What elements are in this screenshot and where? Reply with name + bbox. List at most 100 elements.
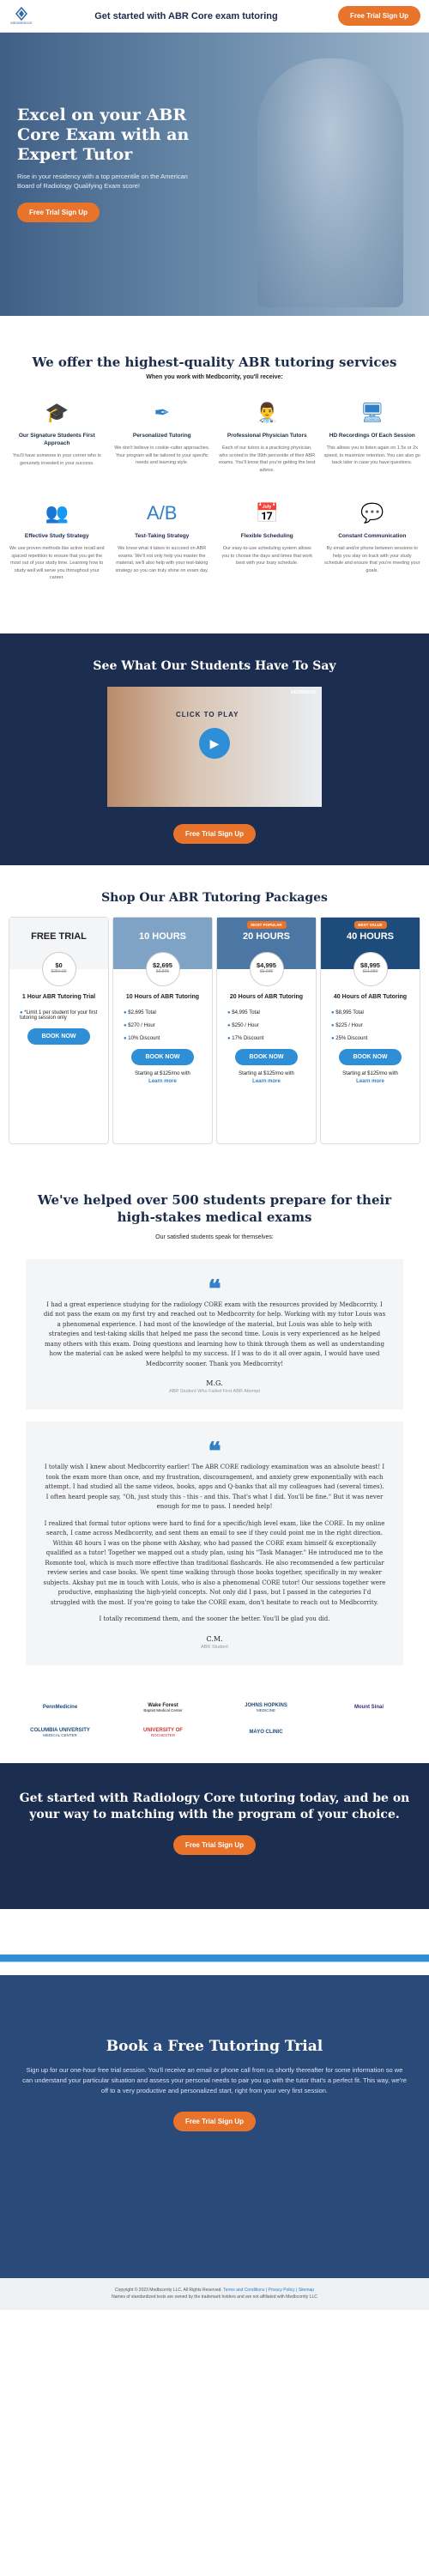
video-player[interactable]: MEDBRIDGE CLICK TO PLAY ▶ xyxy=(107,686,322,807)
package-price: $4,995 $5,985 xyxy=(249,951,284,986)
service-title: Flexible Scheduling xyxy=(240,533,293,539)
footer-note: Names of standardized tests are owned by… xyxy=(112,2294,317,2300)
review-text: I totally wish I knew about Medbcorrity … xyxy=(44,1464,385,1510)
tutor-icon: 👨‍⚕ xyxy=(255,402,279,423)
play-icon[interactable]: ▶ xyxy=(199,727,230,759)
reviewer-role: ABR Student xyxy=(201,1644,228,1650)
package-badge: MOST POPULAR xyxy=(246,920,287,929)
logo-subname: MEDICAL CENTER xyxy=(43,1732,77,1737)
package-description: 40 Hours of ABR Tutoring xyxy=(333,993,408,1000)
footer-links[interactable]: Terms and Conditions | Privacy Policy | … xyxy=(223,2288,314,2293)
footer: Copyright © 2023 Medbcorrity LLC. All Ri… xyxy=(0,2277,429,2310)
service-card: 👨‍⚕ Professional Physician Tutors Each o… xyxy=(219,397,316,474)
book-now-button[interactable]: BOOK NOW xyxy=(339,1048,402,1065)
learn-more-link[interactable]: Learn more xyxy=(252,1079,281,1084)
package-feature: 25% Discount xyxy=(331,1036,409,1041)
service-title: Test-Taking Strategy xyxy=(135,533,190,539)
package-card: BEST VALUE 40 HOURS $8,995 $11,980 40 Hou… xyxy=(320,916,420,1144)
service-text: This allows you to listen again on 1.5x … xyxy=(323,445,420,465)
price-old: $3,895 xyxy=(155,968,170,974)
partner-logo: JOHNS HOPKINS MEDICINE xyxy=(214,1703,317,1712)
graduation-cap-icon: 🎓 xyxy=(45,402,69,423)
video-icon: 🖥 xyxy=(360,402,384,423)
review-card: ❝ I totally wish I knew about Medbcorrit… xyxy=(26,1421,403,1665)
service-card: 💬 Constant Communication By email and/or… xyxy=(324,498,421,582)
service-card: ✒ Personalized Tutoring We don't believe… xyxy=(114,397,211,474)
affirm-financing: Starting at $125/mo with Learn more xyxy=(113,1070,212,1086)
service-text: We don't believe in cookie-cutter approa… xyxy=(114,445,210,465)
service-title: Our Signature Students First Approach xyxy=(18,433,95,446)
click-to-play-label: CLICK TO PLAY xyxy=(176,710,239,718)
package-card: MOST POPULAR 20 HOURS $4,995 $5,985 20 Ho… xyxy=(216,916,317,1144)
service-title: Professional Physician Tutors xyxy=(227,433,307,439)
package-feature: $250 / Hour xyxy=(227,1023,305,1028)
services-title: We offer the highest-quality ABR tutorin… xyxy=(32,355,397,370)
price-value: $8,995 xyxy=(360,961,380,969)
service-title: Constant Communication xyxy=(338,533,407,539)
reviews-subtitle: Our satisfied students speak for themsel… xyxy=(155,1233,274,1240)
book-now-button[interactable]: BOOK NOW xyxy=(131,1048,194,1065)
free-trial-signup-button[interactable]: Free Trial Sign Up xyxy=(172,2111,256,2131)
logo-subname: ROCHESTER xyxy=(150,1732,176,1737)
package-badge: BEST VALUE xyxy=(353,920,387,929)
book-now-button[interactable]: BOOK NOW xyxy=(235,1048,298,1065)
reviews-title: We've helped over 500 students prepare f… xyxy=(37,1191,392,1225)
price-old: $250.00 xyxy=(51,968,67,974)
services-grid: 🎓 Our Signature Students First Approach … xyxy=(9,397,420,582)
review-text: I totally recommend them, and the sooner… xyxy=(99,1615,330,1622)
price-value: $0 xyxy=(55,961,63,969)
packages-row: FREE TRIAL $0 $250.00 1 Hour ABR Tutoring… xyxy=(9,916,420,1144)
package-feature: $270 / Hour xyxy=(124,1023,202,1028)
affirm-financing: Starting at $125/mo with Learn more xyxy=(217,1070,316,1086)
service-text: You'll have someone in your corner who i… xyxy=(12,453,101,466)
service-title: Personalized Tutoring xyxy=(132,433,191,439)
book-now-button[interactable]: BOOK NOW xyxy=(27,1027,90,1045)
video-signup-button[interactable]: Free Trial Sign Up xyxy=(172,823,256,844)
package-name: 10 HOURS xyxy=(138,930,187,942)
partner-logo: COLUMBIA UNIVERSITY MEDICAL CENTER xyxy=(9,1728,112,1737)
package-feature: 17% Discount xyxy=(227,1036,305,1041)
quote-icon: ❝ xyxy=(208,1275,221,1302)
package-name: 20 HOURS xyxy=(242,930,291,942)
logo-subname: MEDICINE xyxy=(256,1707,275,1712)
service-card: 🖥 HD Recordings Of Each Session This all… xyxy=(324,397,421,474)
services-section: We offer the highest-quality ABR tutorin… xyxy=(0,316,429,599)
reviewer-name: C.M. xyxy=(206,1634,223,1643)
learn-more-link[interactable]: Learn more xyxy=(356,1079,384,1084)
package-name: 40 HOURS xyxy=(346,930,395,942)
service-text: We know what it takes to succeed on ABR … xyxy=(115,546,208,573)
cta-signup-button[interactable]: Free Trial Sign Up xyxy=(172,1834,256,1855)
hero-doctor-image xyxy=(257,58,403,307)
cta-section: Get started with Radiology Core tutoring… xyxy=(0,1762,429,1909)
package-card: FREE TRIAL $0 $250.00 1 Hour ABR Tutoring… xyxy=(9,916,109,1144)
header-signup-button[interactable]: Free Trial Sign Up xyxy=(337,6,420,26)
free-trial-title: Book a Free Tutoring Trial xyxy=(106,2037,323,2055)
partner-logo: MAYO CLINIC xyxy=(214,1730,317,1735)
decorative-wave xyxy=(0,1908,429,2003)
packages-section: Shop Our ABR Tutoring Packages FREE TRIA… xyxy=(0,865,429,1144)
hero-signup-button[interactable]: Free Trial Sign Up xyxy=(17,203,100,222)
site-header: MEDIBRIDGE Get started with ABR Core exa… xyxy=(0,0,429,33)
video-watermark: MEDBRIDGE xyxy=(290,689,317,695)
service-title: HD Recordings Of Each Session xyxy=(329,433,415,439)
logo-icon xyxy=(15,7,27,21)
hero-title: Excel on your ABR Core Exam with an Expe… xyxy=(17,106,190,164)
packages-title: Shop Our ABR Tutoring Packages xyxy=(101,890,328,905)
package-feature: $8,995 Total xyxy=(331,1010,409,1015)
cta-title: Get started with Radiology Core tutoring… xyxy=(19,1791,410,1821)
service-card: 📅 Flexible Scheduling Our easy-to-use sc… xyxy=(219,498,316,582)
service-title: Effective Study Strategy xyxy=(24,533,89,539)
site-logo[interactable]: MEDIBRIDGE xyxy=(9,4,34,28)
learn-more-link[interactable]: Learn more xyxy=(148,1079,177,1084)
service-text: Our easy-to-use scheduling system allows… xyxy=(221,546,313,566)
reviewer-role: ABR Student Who Failed First ABR Attempt xyxy=(168,1389,261,1394)
header-title: Get started with ABR Core exam tutoring xyxy=(94,10,278,21)
package-features: $4,995 Total $250 / Hour 17% Discount xyxy=(217,1010,316,1041)
reviewer-name: M.G. xyxy=(206,1379,223,1387)
price-old: $5,985 xyxy=(259,968,274,974)
price-value: $4,995 xyxy=(257,961,276,969)
package-feature: $2,695 Total xyxy=(124,1010,202,1015)
service-card: A/B Test-Taking Strategy We know what it… xyxy=(114,498,211,582)
free-trial-text: Sign up for our one-hour free trial sess… xyxy=(22,2065,407,2094)
affirm-text: Starting at $125/mo with xyxy=(239,1070,294,1076)
